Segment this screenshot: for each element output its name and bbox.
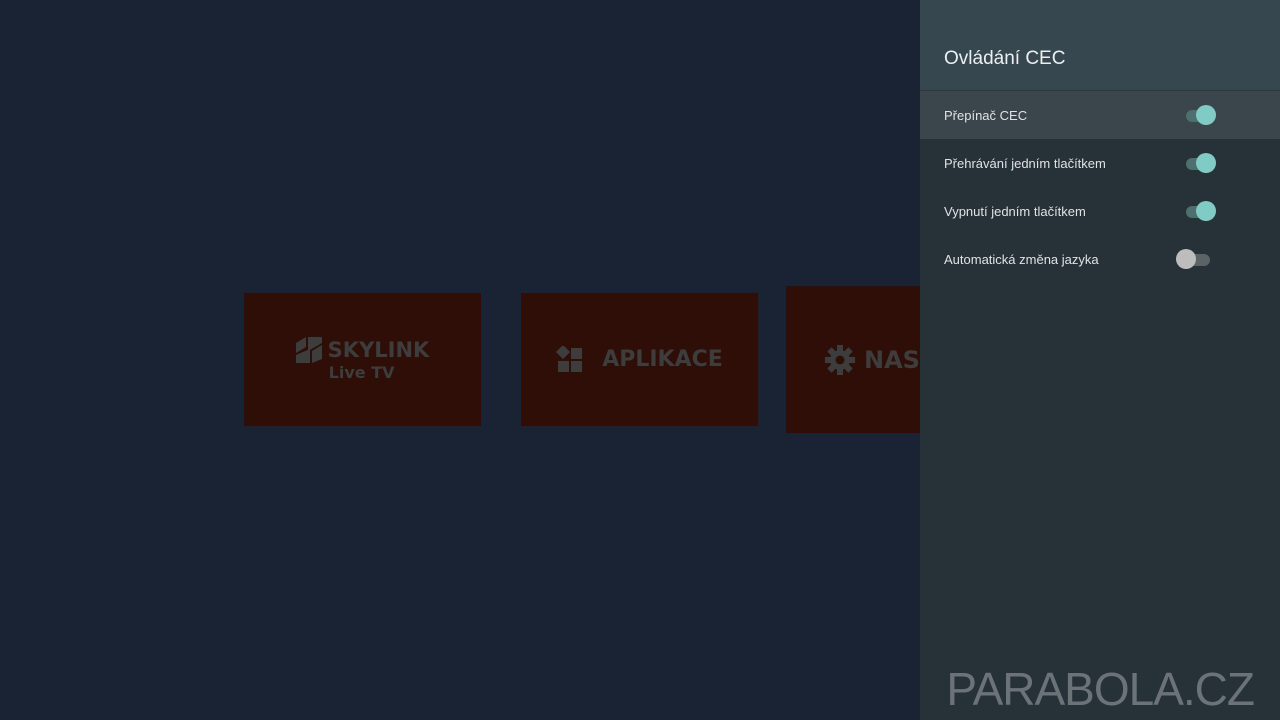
setting-label: Automatická změna jazyka xyxy=(944,251,1099,267)
toggle-thumb xyxy=(1196,153,1216,173)
cec-settings-panel: Ovládání CEC Přepínač CEC Přehrávání jed… xyxy=(920,0,1280,720)
settings-label: NAS xyxy=(864,345,920,374)
panel-title: Ovládání CEC xyxy=(944,48,1066,69)
one-touch-power-off-toggle[interactable] xyxy=(1182,200,1220,222)
tile-skylink-live-tv[interactable]: SKYLINK Live TV xyxy=(244,293,481,426)
watermark: PARABOLA.CZ xyxy=(946,663,1255,715)
setting-label: Vypnutí jedním tlačítkem xyxy=(944,203,1086,219)
setting-one-touch-play[interactable]: Přehrávání jedním tlačítkem xyxy=(920,139,1280,187)
skylink-subtitle: Live TV xyxy=(328,363,395,382)
tv-screen: SKYLINK Live TV APLIKACE NAS Ovládání CE… xyxy=(0,0,1280,720)
toggle-thumb xyxy=(1196,201,1216,221)
gear-icon xyxy=(825,344,855,375)
panel-header: Ovládání CEC xyxy=(920,0,1280,91)
tile-apps[interactable]: APLIKACE xyxy=(521,293,758,426)
skylink-logo: SKYLINK Live TV xyxy=(295,337,430,382)
cec-switch-toggle[interactable] xyxy=(1182,104,1220,126)
setting-label: Přepínač CEC xyxy=(944,107,1028,123)
setting-one-touch-power-off[interactable]: Vypnutí jedním tlačítkem xyxy=(920,187,1280,235)
setting-auto-language-change[interactable]: Automatická změna jazyka xyxy=(920,235,1280,283)
skylink-logo-icon xyxy=(295,337,322,363)
skylink-title: SKYLINK xyxy=(327,338,430,362)
setting-label: Přehrávání jedním tlačítkem xyxy=(944,155,1106,171)
toggle-thumb xyxy=(1196,105,1216,125)
tile-settings[interactable]: NAS xyxy=(786,286,936,433)
auto-language-change-toggle[interactable] xyxy=(1176,248,1220,270)
apps-label: APLIKACE xyxy=(602,347,723,372)
one-touch-play-toggle[interactable] xyxy=(1182,152,1220,174)
apps-grid-icon xyxy=(556,345,583,372)
toggle-thumb xyxy=(1176,249,1196,269)
setting-cec-switch[interactable]: Přepínač CEC xyxy=(920,91,1280,139)
